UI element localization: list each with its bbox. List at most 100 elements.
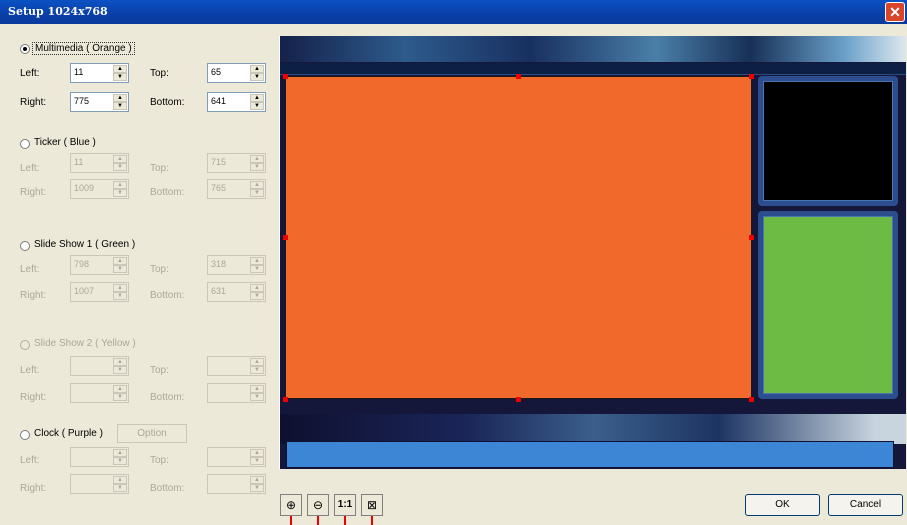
zoom-out-button[interactable]: ⊖	[307, 494, 329, 516]
spin-up-icon: ▲	[113, 385, 127, 393]
resize-handle[interactable]	[516, 74, 521, 79]
spin-up-icon: ▲	[113, 155, 127, 163]
radio-slideshow1[interactable]	[20, 241, 30, 251]
label-slideshow1[interactable]: Slide Show 1 ( Green )	[34, 239, 135, 250]
spin-up-icon: ▲	[113, 358, 127, 366]
multimedia-zone[interactable]	[285, 76, 752, 399]
spin-up-icon: ▲	[113, 449, 127, 457]
field-value: 318	[211, 259, 227, 269]
spin-up-icon: ▲	[250, 385, 264, 393]
spin-up-icon: ▲	[113, 476, 127, 484]
spin-up-icon: ▲	[250, 155, 264, 163]
spin-up-icon: ▲	[250, 181, 264, 189]
spin-down-icon[interactable]: ▼	[113, 73, 127, 81]
fit-button[interactable]: ⊠	[361, 494, 383, 516]
label-slideshow2: Slide Show 2 ( Yellow )	[34, 338, 136, 349]
slideshow1-zone[interactable]	[763, 216, 893, 394]
resize-handle[interactable]	[283, 235, 288, 240]
spin-up-icon[interactable]: ▲	[113, 94, 127, 102]
spin-down-icon: ▼	[250, 163, 264, 171]
layout-preview[interactable]	[279, 36, 906, 469]
radio-multimedia[interactable]	[20, 44, 30, 54]
slideshow2-right-field: ▲ ▼	[70, 383, 129, 403]
spin-up-icon[interactable]: ▲	[250, 65, 264, 73]
spin-down-icon: ▼	[113, 484, 127, 492]
ticker-zone[interactable]	[286, 441, 894, 468]
ticker-left-field: 11 ▲ ▼	[70, 153, 129, 173]
slideshow1-left-field: 798 ▲ ▼	[70, 255, 129, 275]
slideshow1-zone-frame	[758, 211, 898, 399]
clock-zone-frame	[758, 76, 898, 206]
label-ticker[interactable]: Ticker ( Blue )	[34, 137, 96, 148]
label-right: Right:	[20, 392, 47, 403]
actual-size-button[interactable]: 1:1	[334, 494, 356, 516]
spin-down-icon[interactable]: ▼	[250, 102, 264, 110]
label-top: Top:	[150, 365, 169, 376]
multimedia-left-field[interactable]: 11 ▲ ▼	[70, 63, 129, 83]
spin-down-icon: ▼	[250, 393, 264, 401]
resize-handle[interactable]	[516, 397, 521, 402]
spin-down-icon: ▼	[250, 366, 264, 374]
radio-slideshow2	[20, 340, 30, 350]
resize-handle[interactable]	[749, 235, 754, 240]
spin-down-icon: ▼	[113, 393, 127, 401]
cancel-button[interactable]: Cancel	[828, 494, 903, 516]
preview-stripe	[280, 63, 906, 75]
resize-handle[interactable]	[283, 397, 288, 402]
spin-down-icon: ▼	[113, 292, 127, 300]
preview-header-banner	[280, 36, 906, 62]
field-value: 775	[74, 96, 90, 106]
spin-down-icon: ▼	[113, 189, 127, 197]
resize-handle[interactable]	[749, 74, 754, 79]
toolbar-marker	[344, 516, 346, 525]
radio-ticker[interactable]	[20, 139, 30, 149]
spin-down-icon[interactable]: ▼	[113, 102, 127, 110]
label-bottom: Bottom:	[150, 97, 185, 108]
field-value: 11	[74, 157, 84, 167]
clock-zone[interactable]	[763, 81, 893, 201]
multimedia-bottom-field[interactable]: 641 ▲ ▼	[207, 92, 266, 112]
spin-up-icon: ▲	[250, 358, 264, 366]
slideshow1-right-field: 1007 ▲ ▼	[70, 282, 129, 302]
field-value: 715	[211, 157, 227, 167]
resize-handle[interactable]	[283, 74, 288, 79]
spin-up-icon: ▲	[250, 449, 264, 457]
label-left: Left:	[20, 365, 40, 376]
spin-up-icon[interactable]: ▲	[250, 94, 264, 102]
zoom-in-icon: ⊕	[285, 498, 297, 512]
clock-right-field: ▲ ▼	[70, 474, 129, 494]
radio-clock[interactable]	[20, 430, 30, 440]
spin-down-icon: ▼	[250, 457, 264, 465]
toolbar-marker	[290, 516, 292, 525]
resize-handle[interactable]	[749, 397, 754, 402]
label-bottom: Bottom:	[150, 483, 185, 494]
label-top: Top:	[150, 264, 169, 275]
zoom-in-button[interactable]: ⊕	[280, 494, 302, 516]
close-button[interactable]: ✕	[885, 2, 905, 22]
field-value: 1007	[74, 286, 95, 296]
field-value: 641	[211, 96, 227, 106]
multimedia-top-field[interactable]: 65 ▲ ▼	[207, 63, 266, 83]
field-value: 631	[211, 286, 227, 296]
ticker-right-field: 1009 ▲ ▼	[70, 179, 129, 199]
spin-down-icon: ▼	[113, 265, 127, 273]
spin-up-icon[interactable]: ▲	[113, 65, 127, 73]
label-bottom: Bottom:	[150, 187, 185, 198]
multimedia-right-field[interactable]: 775 ▲ ▼	[70, 92, 129, 112]
clock-top-field: ▲ ▼	[207, 447, 266, 467]
toolbar-marker	[371, 516, 373, 525]
ok-button[interactable]: OK	[745, 494, 820, 516]
preview-footer-banner	[280, 414, 906, 444]
label-bottom: Bottom:	[150, 392, 185, 403]
spin-down-icon[interactable]: ▼	[250, 73, 264, 81]
spin-up-icon: ▲	[113, 257, 127, 265]
label-top: Top:	[150, 163, 169, 174]
label-multimedia[interactable]: Multimedia ( Orange )	[32, 42, 135, 55]
spin-up-icon: ▲	[113, 181, 127, 189]
label-clock[interactable]: Clock ( Purple )	[34, 428, 103, 439]
spin-down-icon: ▼	[113, 457, 127, 465]
label-right: Right:	[20, 483, 47, 494]
label-top: Top:	[150, 455, 169, 466]
spin-down-icon: ▼	[250, 292, 264, 300]
label-left: Left:	[20, 455, 40, 466]
